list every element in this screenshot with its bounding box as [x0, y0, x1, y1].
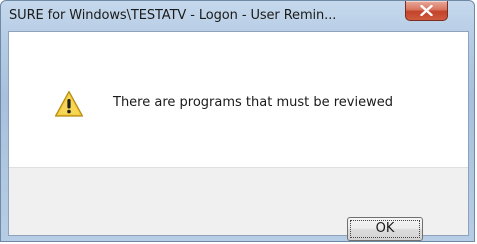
close-x-icon [420, 5, 433, 16]
title-bar[interactable]: SURE for Windows\TESTATV - Logon - User … [1, 1, 474, 31]
close-button[interactable] [405, 1, 448, 21]
dialog-window: SURE for Windows\TESTATV - Logon - User … [0, 0, 475, 242]
warning-icon [54, 90, 84, 117]
button-panel: OK [9, 167, 468, 241]
message-area: There are programs that must be reviewed [9, 32, 468, 167]
ok-button-label: OK [375, 221, 395, 236]
window-title: SURE for Windows\TESTATV - Logon - User … [9, 8, 337, 23]
ok-button[interactable]: OK [347, 217, 423, 241]
message-text: There are programs that must be reviewed [113, 95, 393, 110]
dialog-body: There are programs that must be reviewed… [8, 31, 469, 241]
